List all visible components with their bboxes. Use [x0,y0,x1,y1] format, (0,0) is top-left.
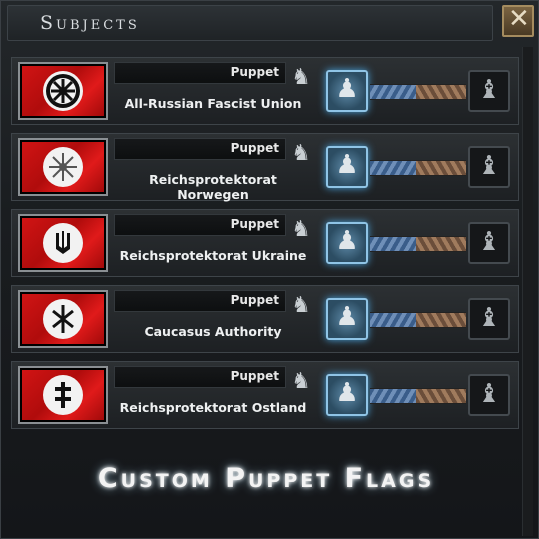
subject-name: Reichsprotektorat Ostland [119,400,307,415]
pawn-icon: ♟ [335,302,359,332]
subject-status: Puppet [230,65,279,79]
knight-icon: ♞ [291,217,311,242]
subject-name: Reichsprotektorat Norwegen [149,172,277,202]
bishop-icon: ♝ [477,75,501,105]
subject-status-bar: Puppet [114,62,286,84]
bishop-icon-button[interactable]: ♝ [468,222,510,264]
pawn-icon: ♟ [335,226,359,256]
subject-status: Puppet [230,141,279,155]
title-bar: Subjects [7,5,493,41]
flag-frame[interactable] [18,366,108,424]
autonomy-progress-remaining [416,85,466,99]
autonomy-progress-bar [370,84,466,100]
subject-row[interactable]: Puppet ♞ Caucasus Authority ♟ ♝ [11,285,519,353]
vegvisir-icon [43,147,83,187]
caption-text: Custom Puppet Flags [97,463,435,494]
subject-row[interactable]: Puppet ♞ All-Russian Fascist Union ♟ ♝ [11,57,519,125]
tryzub-icon [43,223,83,263]
subject-name: Caucasus Authority [144,324,282,339]
flag-frame[interactable] [18,62,108,120]
bishop-icon: ♝ [477,151,501,181]
bishop-icon-button[interactable]: ♝ [468,70,510,112]
pawn-icon-button[interactable]: ♟ [326,298,368,340]
flag [22,142,104,192]
autonomy-progress-remaining [416,389,466,403]
bishop-icon-button[interactable]: ♝ [468,298,510,340]
window-title: Subjects [40,12,140,34]
flag [22,66,104,116]
subject-status-bar: Puppet [114,290,286,312]
pawn-icon-button[interactable]: ♟ [326,374,368,416]
bishop-icon-button[interactable]: ♝ [468,146,510,188]
autonomy-progress-bar [370,388,466,404]
pawn-icon: ♟ [335,74,359,104]
flag [22,370,104,420]
kolovrat-icon [43,71,83,111]
autonomy-progress-bar [370,160,466,176]
autonomy-progress-bar [370,312,466,328]
flag [22,218,104,268]
subject-status: Puppet [230,369,279,383]
close-icon: ✕ [508,4,530,34]
subject-name: Reichsprotektorat Ukraine [119,248,307,263]
flag-frame[interactable] [18,214,108,272]
autonomy-progress-remaining [416,161,466,175]
knight-icon: ♞ [291,65,311,90]
pawn-icon-button[interactable]: ♟ [326,146,368,188]
subjects-window: Subjects ✕ Puppet ♞ All-Russian Fascist … [0,0,539,539]
subject-status: Puppet [230,293,279,307]
knight-icon: ♞ [291,141,311,166]
pawn-icon-button[interactable]: ♟ [326,222,368,264]
bishop-icon: ♝ [477,303,501,333]
knight-icon: ♞ [291,293,311,318]
bishop-icon-button[interactable]: ♝ [468,374,510,416]
knight-icon: ♞ [291,369,311,394]
autonomy-progress-remaining [416,237,466,251]
subject-name: All-Russian Fascist Union [124,96,302,111]
subject-status: Puppet [230,217,279,231]
autonomy-progress-bar [370,236,466,252]
pawn-icon-button[interactable]: ♟ [326,70,368,112]
subject-list: Puppet ♞ All-Russian Fascist Union ♟ ♝ P… [7,47,519,431]
subject-row[interactable]: Puppet ♞ Reichsprotektorat Ukraine ♟ ♝ [11,209,519,277]
subject-status-bar: Puppet [114,214,286,236]
close-button[interactable]: ✕ [502,4,534,37]
subject-status-bar: Puppet [114,366,286,388]
subject-status-bar: Puppet [114,138,286,160]
flag-frame[interactable] [18,138,108,196]
bishop-icon: ♝ [477,227,501,257]
rune-icon [43,299,83,339]
pawn-icon: ♟ [335,150,359,180]
subject-row[interactable]: Puppet ♞ Reichsprotektorat Norwegen ♟ ♝ [11,133,519,202]
flag [22,294,104,344]
double-cross-icon [43,375,83,415]
pawn-icon: ♟ [335,378,359,408]
bishop-icon: ♝ [477,379,501,409]
flag-frame[interactable] [18,290,108,348]
autonomy-progress-remaining [416,313,466,327]
subject-row[interactable]: Puppet ♞ Reichsprotektorat Ostland ♟ ♝ [11,361,519,429]
